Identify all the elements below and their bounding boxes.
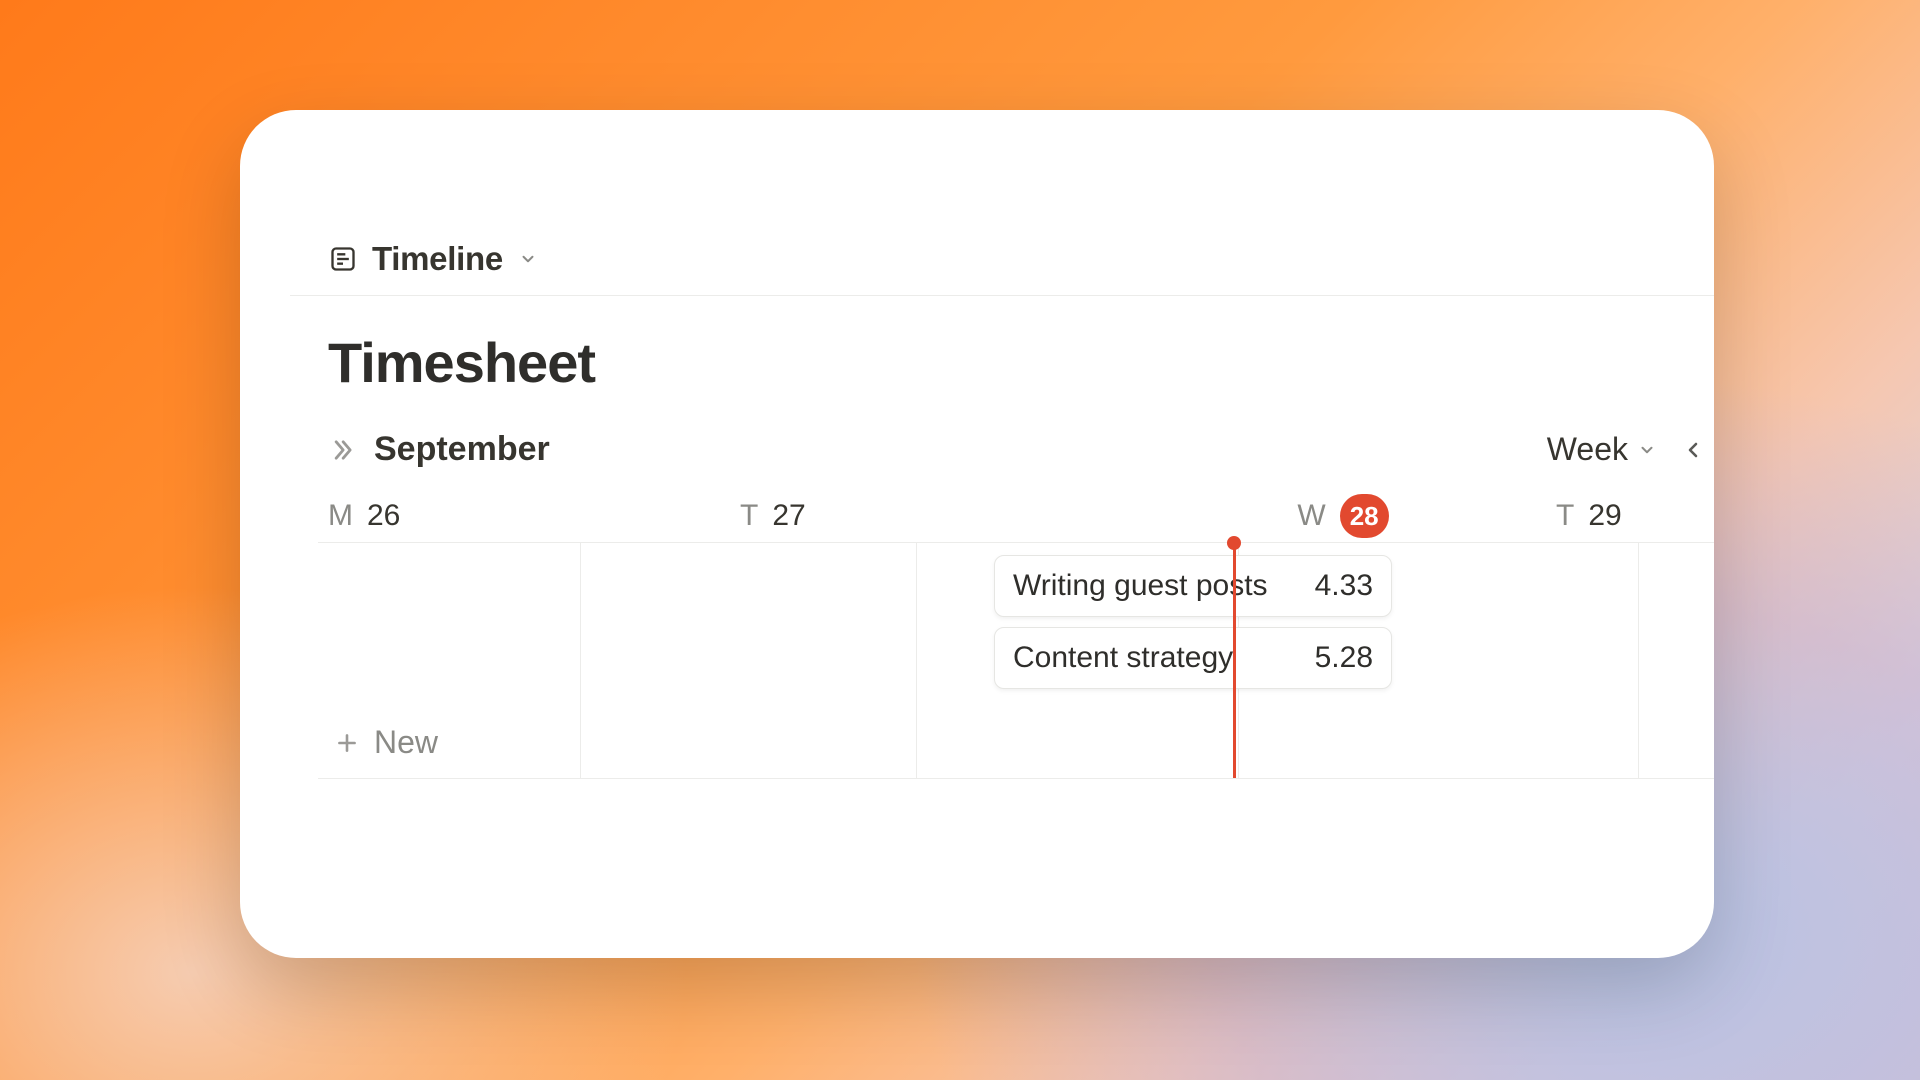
- day-header-today: W 28: [1140, 490, 1546, 542]
- day-of-week: W: [1297, 499, 1325, 533]
- day-of-week: T: [740, 499, 758, 533]
- divider: [290, 295, 1714, 296]
- day-of-week: M: [328, 499, 353, 533]
- gradient-background: Timeline Timesheet September Week: [0, 0, 1920, 1080]
- day-number: 29: [1588, 499, 1621, 533]
- view-switcher[interactable]: Timeline: [328, 240, 539, 278]
- range-selector[interactable]: Week: [1547, 431, 1658, 468]
- new-label: New: [374, 724, 438, 761]
- day-number: 26: [367, 499, 400, 533]
- today-badge: 28: [1340, 494, 1389, 538]
- day-header-row: M 26 T 27 W 28 T 29: [328, 490, 1714, 542]
- timeline-icon: [328, 244, 358, 274]
- month-label: September: [374, 430, 550, 469]
- timeline-entry[interactable]: Writing guest posts 4.33: [994, 555, 1392, 617]
- day-of-week: T: [1556, 499, 1574, 533]
- day-header: M 26: [328, 490, 740, 542]
- new-entry-button[interactable]: New: [334, 724, 438, 761]
- chevron-down-icon: [517, 248, 539, 270]
- entry-value: 5.28: [1315, 641, 1373, 675]
- current-time-line: [1233, 543, 1236, 778]
- plus-icon: [334, 730, 360, 756]
- entry-title: Writing guest posts: [1013, 569, 1268, 603]
- grid-line: [916, 543, 917, 778]
- grid-line: [580, 543, 581, 778]
- view-label: Timeline: [372, 240, 503, 278]
- current-time-dot: [1227, 536, 1241, 550]
- entry-value: 4.33: [1315, 569, 1373, 603]
- day-header: T 27: [740, 490, 1140, 542]
- timeline-grid: Writing guest posts 4.33 Content strateg…: [318, 542, 1714, 779]
- range-label: Week: [1547, 431, 1628, 468]
- app-card: Timeline Timesheet September Week: [240, 110, 1714, 958]
- day-number: 27: [772, 499, 805, 533]
- entry-title: Content strategy: [1013, 641, 1233, 675]
- page-title: Timesheet: [328, 330, 595, 395]
- day-header: T 29: [1546, 490, 1714, 542]
- double-chevron-right-icon[interactable]: [328, 436, 356, 464]
- month-nav-row: September Week: [328, 430, 1714, 469]
- chevron-down-icon: [1636, 439, 1658, 461]
- timeline-entry[interactable]: Content strategy 5.28: [994, 627, 1392, 689]
- prev-button[interactable]: [1680, 437, 1706, 463]
- grid-line: [1638, 543, 1639, 778]
